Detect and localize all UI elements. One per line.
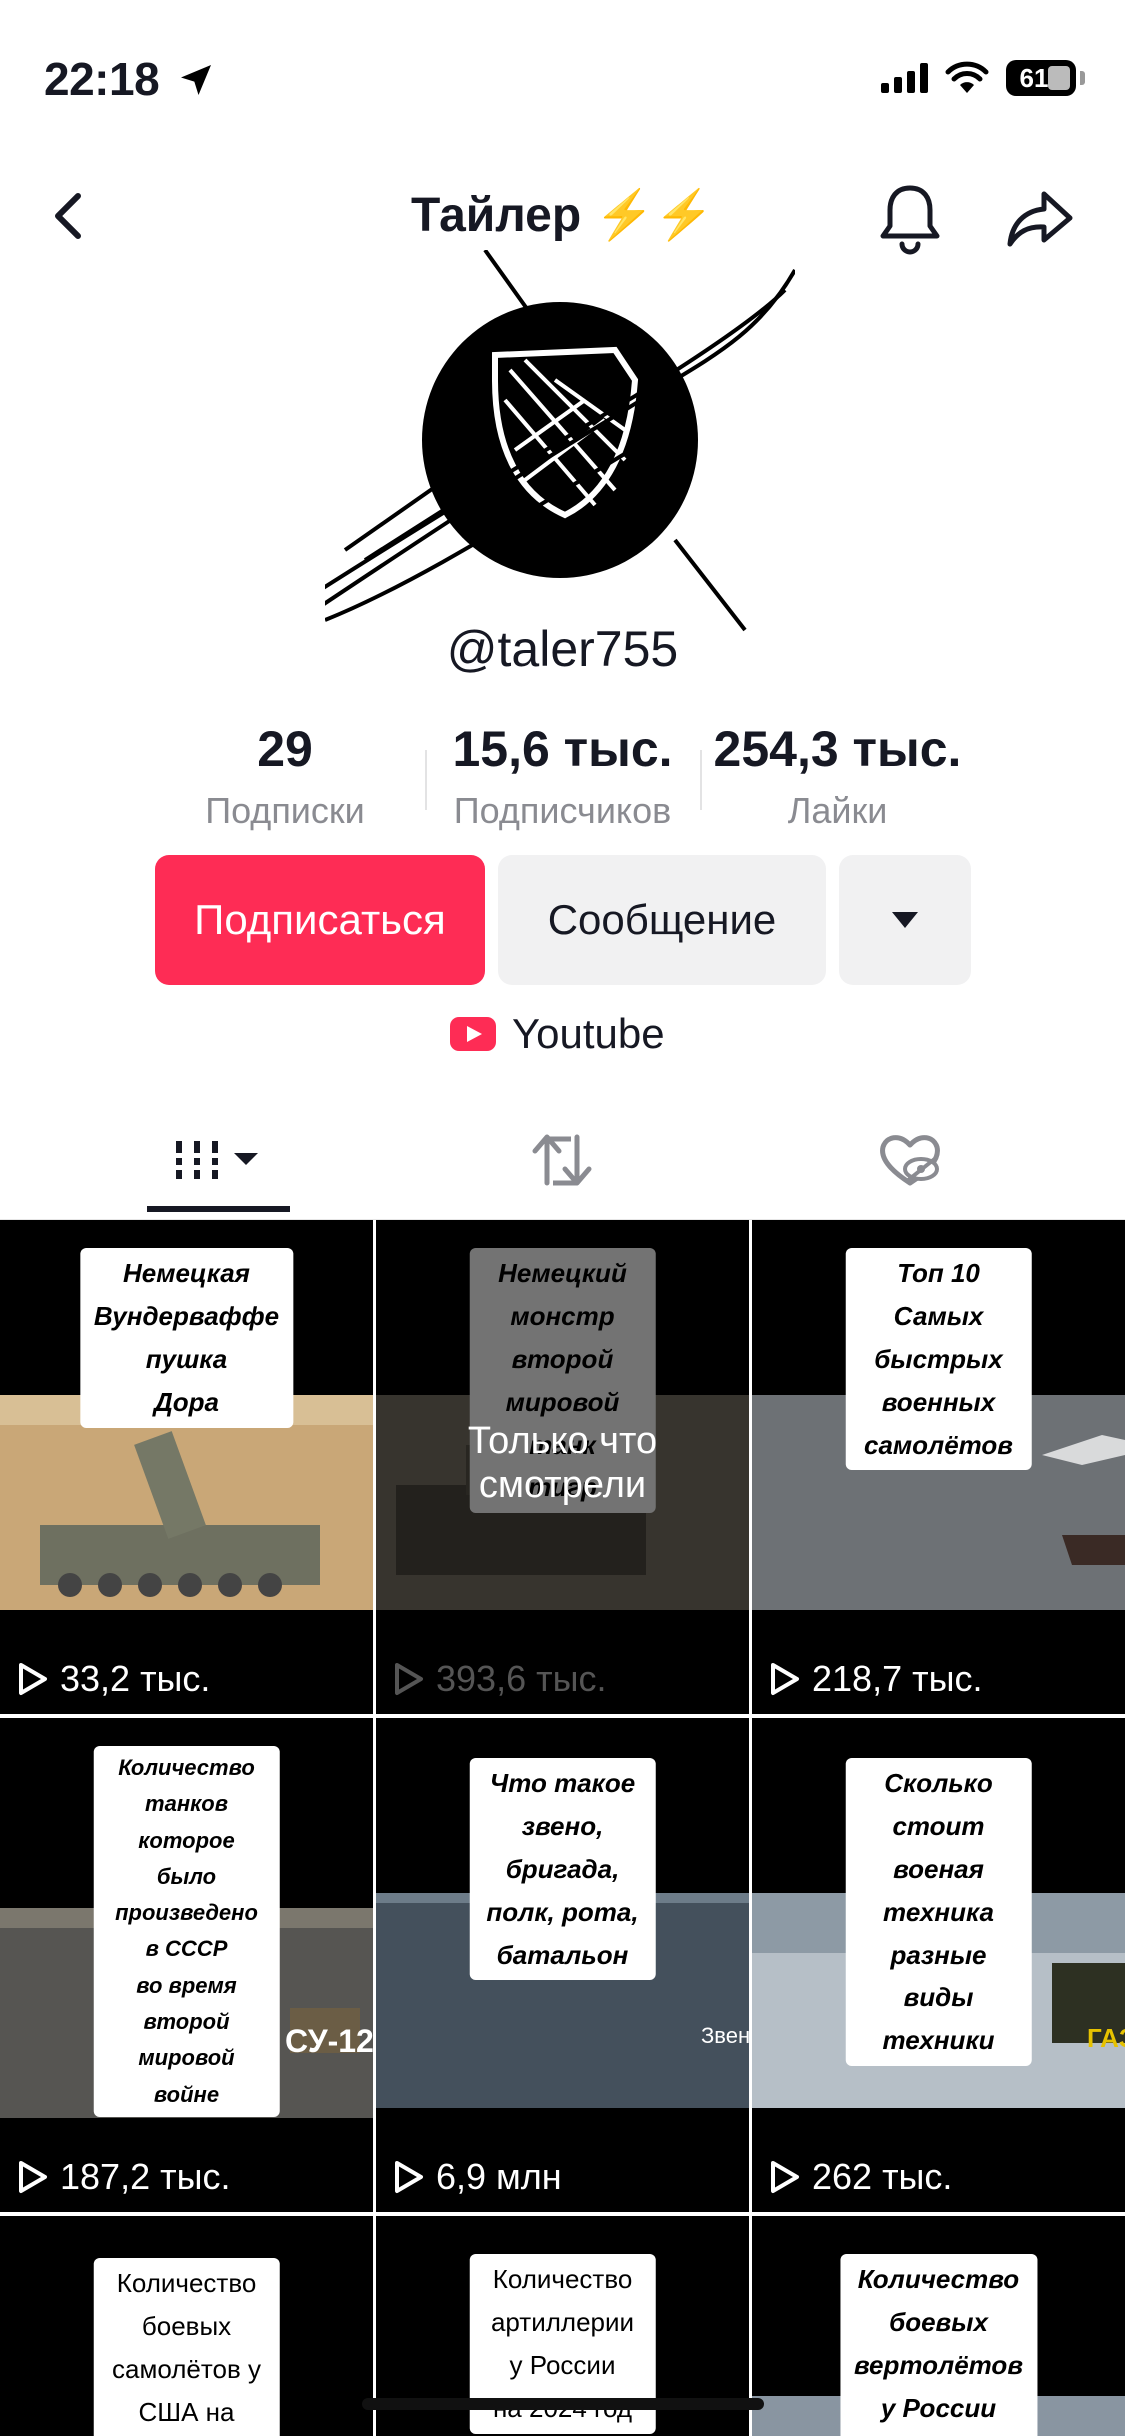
play-outline-icon — [771, 2161, 799, 2193]
video-caption: Количество боевых самолётов у США на 202… — [93, 2258, 280, 2436]
video-views: 6,9 млн — [394, 2156, 562, 2198]
stat-following[interactable]: 29 Подписки — [185, 720, 385, 832]
profile-header: Тайлер ⚡️⚡️ — [0, 170, 1125, 260]
page-title: Тайлер ⚡️⚡️ — [410, 189, 715, 242]
status-time: 22:18 — [44, 53, 160, 105]
recently-watched-text: Только что смотрели — [467, 1420, 658, 1506]
status-indicators: 61 — [881, 60, 1085, 96]
video-view-count: 218,7 тыс. — [812, 1658, 983, 1699]
cellular-signal-icon — [881, 63, 928, 93]
video-caption: Количество танков которое было произведе… — [93, 1746, 280, 2117]
home-indicator[interactable] — [362, 2398, 764, 2410]
play-outline-icon — [395, 2161, 423, 2193]
video-tile[interactable]: Количество боевых вертолётов у России на… — [752, 2216, 1125, 2436]
play-outline-icon — [19, 1663, 47, 1695]
play-outline-icon — [771, 1663, 799, 1695]
video-caption: Немецкая Вундерваффе пушка Дора — [79, 1248, 294, 1428]
youtube-link-label: Youtube — [512, 1010, 665, 1057]
video-caption: Количество боевых вертолётов у России на… — [839, 2254, 1038, 2436]
play-outline-icon — [19, 2161, 47, 2193]
liked-hidden-icon — [880, 1135, 940, 1186]
video-tile[interactable]: Немецкая Вундерваффе пушка Дора 33,2 тыс… — [0, 1220, 373, 1714]
video-tile[interactable]: Звен Что такое звено, бригада, полк, рот… — [376, 1718, 749, 2212]
video-views: 262 тыс. — [770, 2156, 952, 2198]
video-tile[interactable]: ГАЗ Сколько стоит военая техника разные … — [752, 1718, 1125, 2212]
video-view-count: 393,6 тыс. — [436, 1658, 607, 1699]
battery-icon: 61 — [1006, 60, 1076, 96]
video-grid-icon — [173, 1141, 258, 1179]
wifi-icon — [945, 61, 989, 93]
active-tab-indicator — [147, 1206, 290, 1212]
tab-liked[interactable] — [860, 1120, 960, 1200]
battery-level: 61 — [1019, 62, 1049, 93]
stat-followers-value: 15,6 тыс. — [452, 721, 673, 777]
avatar[interactable] — [325, 250, 795, 640]
youtube-link[interactable]: Youtube — [450, 1010, 665, 1058]
video-caption: Топ 10 Самых быстрых военных самолётов — [845, 1248, 1032, 1471]
caret-down-icon — [892, 912, 918, 928]
thumbnail-label: СУ-122 — [285, 2023, 373, 2059]
video-view-count: 262 тыс. — [812, 2156, 953, 2197]
video-views: 187,2 тыс. — [18, 2156, 230, 2198]
message-button[interactable]: Сообщение — [498, 855, 826, 985]
video-view-count: 187,2 тыс. — [60, 2156, 231, 2197]
more-options-button[interactable] — [839, 855, 971, 985]
stat-following-value: 29 — [257, 721, 313, 777]
video-caption: Сколько стоит военая техника разные виды… — [845, 1758, 1032, 2067]
profile-stats: 29 Подписки 15,6 тыс. Подписчиков 254,3 … — [0, 720, 1125, 832]
video-grid: Немецкая Вундерваффе пушка Дора 33,2 тыс… — [0, 1220, 1125, 2436]
tab-videos[interactable] — [147, 1120, 290, 1200]
video-view-count: 33,2 тыс. — [60, 1658, 211, 1699]
thumbnail-label: ГАЗ — [1087, 2023, 1125, 2053]
stat-divider — [425, 750, 427, 810]
recently-watched-label: Только что смотрели — [376, 1420, 749, 1507]
video-tile[interactable]: Топ 10 Самых быстрых военных самолётов 2… — [752, 1220, 1125, 1714]
stat-followers-label: Подписчиков — [453, 790, 672, 831]
stat-likes-value: 254,3 тыс. — [713, 721, 962, 777]
video-tile[interactable]: Немецкий монстр второй мировой танк тигр… — [376, 1220, 749, 1714]
video-views: 218,7 тыс. — [770, 1658, 982, 1700]
play-outline-icon — [395, 1663, 423, 1695]
status-bar: 22:18 61 — [0, 0, 1125, 150]
repost-icon — [532, 1134, 592, 1186]
content-tabs — [0, 1100, 1125, 1220]
video-views: 33,2 тыс. — [18, 1658, 210, 1700]
video-tile[interactable]: Количество боевых самолётов у США на 202… — [0, 2216, 373, 2436]
stat-likes[interactable]: 254,3 тыс. Лайки — [700, 720, 975, 832]
follow-button[interactable]: Подписаться — [155, 855, 485, 985]
share-arrow-icon[interactable] — [1000, 180, 1080, 260]
stat-likes-label: Лайки — [787, 790, 888, 831]
youtube-icon — [450, 1017, 496, 1051]
stat-following-label: Подписки — [205, 790, 365, 831]
tab-reposts[interactable] — [512, 1120, 612, 1200]
thumbnail-label: Звен — [701, 2023, 749, 2048]
username: @taler755 — [446, 621, 679, 677]
bell-icon[interactable] — [870, 178, 950, 258]
video-view-count: 6,9 млн — [436, 2156, 562, 2197]
location-arrow-icon — [181, 65, 211, 95]
video-tile[interactable]: СУ-122 Количество танков которое было пр… — [0, 1718, 373, 2212]
stat-followers[interactable]: 15,6 тыс. Подписчиков — [430, 720, 695, 832]
video-views: 393,6 тыс. — [394, 1658, 606, 1700]
video-caption: Что такое звено, бригада, полк, рота, ба… — [469, 1758, 656, 1981]
